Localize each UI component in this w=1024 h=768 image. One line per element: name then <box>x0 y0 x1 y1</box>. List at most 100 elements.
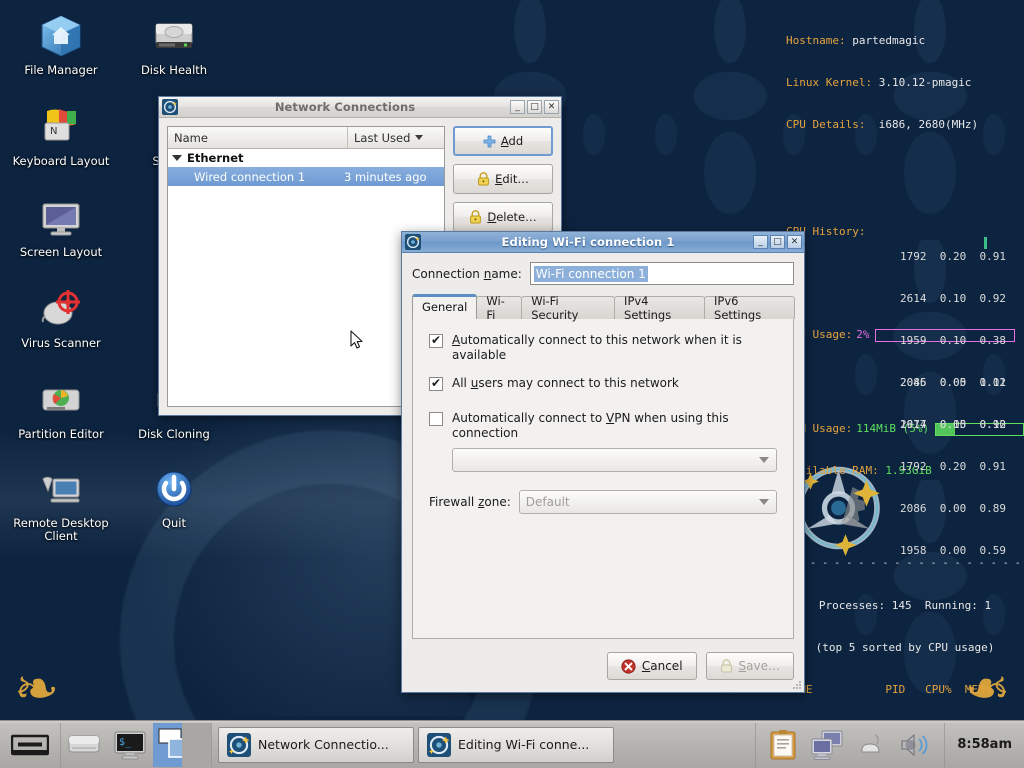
desktop-icon-quit[interactable]: Quit <box>122 465 226 530</box>
resize-grip[interactable] <box>792 680 802 690</box>
network-window-buttons[interactable]: _ □ ✕ <box>510 100 559 114</box>
partition-editor-icon <box>37 376 85 424</box>
disk-launcher[interactable] <box>61 722 107 768</box>
edit-button-label: Edit… <box>495 172 529 186</box>
taskbar[interactable]: $_ Network Connectio... <box>0 720 1024 768</box>
display-tray-icon[interactable] <box>810 729 844 761</box>
cancel-button[interactable]: Cancel <box>607 652 697 680</box>
add-button[interactable]: Add <box>453 126 553 156</box>
chevron-down-icon <box>759 499 769 505</box>
edit-button[interactable]: Edit… <box>453 164 553 194</box>
mouse-tray-icon[interactable] <box>856 730 886 760</box>
autoconnect-vpn-checkbox[interactable] <box>429 412 443 426</box>
terminal-icon: $_ <box>113 729 147 761</box>
conky-cpu-details-value: i686, 2680(MHz) <box>879 118 978 131</box>
edit-dialog-titlebar[interactable]: Editing Wi-Fi connection 1 _ □ ✕ <box>402 232 804 253</box>
taskbar-separator <box>755 723 756 767</box>
task-button-network-connections[interactable]: Network Connectio... <box>218 727 414 763</box>
connection-name-row: Connection name: Wi-Fi connection 1 <box>412 262 794 285</box>
desktop-icon-disk-health[interactable]: Disk Health <box>122 12 226 77</box>
editing-wifi-connection-dialog[interactable]: Editing Wi-Fi connection 1 _ □ ✕ Connect… <box>401 231 805 693</box>
desktop[interactable]: ❧ ❧ File Manager <box>0 0 1024 768</box>
taskbar-separator <box>60 723 61 767</box>
svg-text:$_: $_ <box>119 737 132 748</box>
vpn-connection-combo[interactable] <box>452 448 777 472</box>
taskbar-separator <box>211 723 212 767</box>
conky-hostname-value: partedmagic <box>852 34 925 47</box>
task-button-editing-wifi[interactable]: Editing Wi-Fi conne... <box>418 727 614 763</box>
firewall-zone-combo[interactable]: Default <box>519 490 777 514</box>
close-button[interactable]: ✕ <box>544 100 559 114</box>
all-users-row[interactable]: All users may connect to this network <box>429 376 777 391</box>
table-row[interactable]: Wired connection 1 3 minutes ago <box>168 167 444 186</box>
desktop-icon-virus-scanner[interactable]: Virus Scanner <box>9 285 113 350</box>
conky-kernel-key: Linux Kernel: <box>786 76 872 89</box>
tab-ipv4-settings[interactable]: IPv4 Settings <box>614 296 705 319</box>
keyboard-layout-icon: N <box>37 103 85 151</box>
conky-hostname-key: Hostname: <box>786 34 846 47</box>
tab-general[interactable]: General <box>412 294 477 319</box>
firewall-zone-label: Firewall zone: <box>429 495 511 509</box>
taskbar-task-list[interactable]: Network Connectio... Editing Wi-Fi conne… <box>212 727 755 763</box>
connection-group-ethernet[interactable]: Ethernet <box>168 149 444 167</box>
column-header-last-used[interactable]: Last Used <box>348 127 444 148</box>
save-button[interactable]: Save… <box>706 652 794 680</box>
application-menu-button[interactable] <box>0 722 60 768</box>
add-button-label: Add <box>501 134 523 148</box>
maximize-button[interactable]: □ <box>770 235 785 249</box>
edit-dialog-window-buttons[interactable]: _ □ ✕ <box>753 235 802 249</box>
close-button[interactable]: ✕ <box>787 235 802 249</box>
desktop-icon-remote-desktop-client[interactable]: Remote Desktop Client <box>9 465 113 543</box>
connection-name: Wired connection 1 <box>194 170 344 184</box>
chevron-down-icon <box>759 457 769 463</box>
network-manager-icon <box>427 733 451 757</box>
volume-tray-icon[interactable] <box>898 730 932 760</box>
workspace-1[interactable] <box>153 723 182 767</box>
minimize-button[interactable]: _ <box>510 100 525 114</box>
all-users-checkbox[interactable] <box>429 377 443 391</box>
desktop-icon-label: Disk Health <box>122 64 226 77</box>
desktop-icon-keyboard-layout[interactable]: N Keyboard Layout <box>9 103 113 168</box>
connection-name-label: Connection name: <box>412 267 522 281</box>
network-window-titlebar[interactable]: Network Connections _ □ ✕ <box>159 97 561 118</box>
autoconnect-network-checkbox[interactable] <box>429 334 443 348</box>
desktop-icon-file-manager[interactable]: File Manager <box>9 12 113 77</box>
remote-desktop-icon <box>37 465 85 513</box>
conky-processes-line: Processes: 145 Running: 1 <box>786 599 1024 613</box>
save-button-label: Save… <box>739 659 780 673</box>
desktop-icon-label: Partition Editor <box>9 428 113 441</box>
desktop-icon-label: Disk Cloning <box>122 428 226 441</box>
clipboard-tray-icon[interactable] <box>768 729 798 761</box>
desktop-icon-label: Keyboard Layout <box>9 155 113 168</box>
connection-name-input[interactable]: Wi-Fi connection 1 <box>530 262 794 285</box>
desktop-icon-partition-editor[interactable]: Partition Editor <box>9 376 113 441</box>
expand-triangle-icon[interactable] <box>172 155 182 161</box>
desktop-icon-screen-layout[interactable]: Screen Layout <box>9 194 113 259</box>
autoconnect-vpn-label: Automatically connect to VPN when using … <box>452 411 777 441</box>
desktop-icon-label: File Manager <box>9 64 113 77</box>
settings-tabs[interactable]: General Wi-Fi Wi-Fi Security IPv4 Settin… <box>412 294 794 319</box>
tab-ipv6-settings[interactable]: IPv6 Settings <box>704 296 795 319</box>
file-manager-icon <box>37 12 85 60</box>
lock-icon <box>477 172 490 186</box>
column-header-name[interactable]: Name <box>168 127 348 148</box>
minimize-button[interactable]: _ <box>753 235 768 249</box>
edit-dialog-body: Connection name: Wi-Fi connection 1 Gene… <box>402 253 804 692</box>
terminal-launcher[interactable]: $_ <box>107 722 153 768</box>
system-tray[interactable] <box>756 729 944 761</box>
maximize-button[interactable]: □ <box>527 100 542 114</box>
taskbar-separator <box>944 723 945 767</box>
autoconnect-network-label: Automatically connect to this network wh… <box>452 333 777 363</box>
autoconnect-vpn-row[interactable]: Automatically connect to VPN when using … <box>429 411 777 441</box>
workspace-pager[interactable] <box>153 723 211 767</box>
firewall-zone-value: Default <box>526 495 570 509</box>
autoconnect-network-row[interactable]: Automatically connect to this network wh… <box>429 333 777 363</box>
conky-mem-table-values: 2085 0.00 1.02 2614 0.10 0.92 1792 0.20 … <box>900 348 1024 586</box>
power-quit-icon <box>150 465 198 513</box>
delete-button[interactable]: Delete… <box>453 202 553 232</box>
tab-wifi[interactable]: Wi-Fi <box>476 296 522 319</box>
tab-wifi-security[interactable]: Wi-Fi Security <box>521 296 615 319</box>
desktop-icon-label: Remote Desktop Client <box>9 517 113 543</box>
workspace-2[interactable] <box>182 723 211 767</box>
clock[interactable]: 8:58am <box>945 737 1024 752</box>
